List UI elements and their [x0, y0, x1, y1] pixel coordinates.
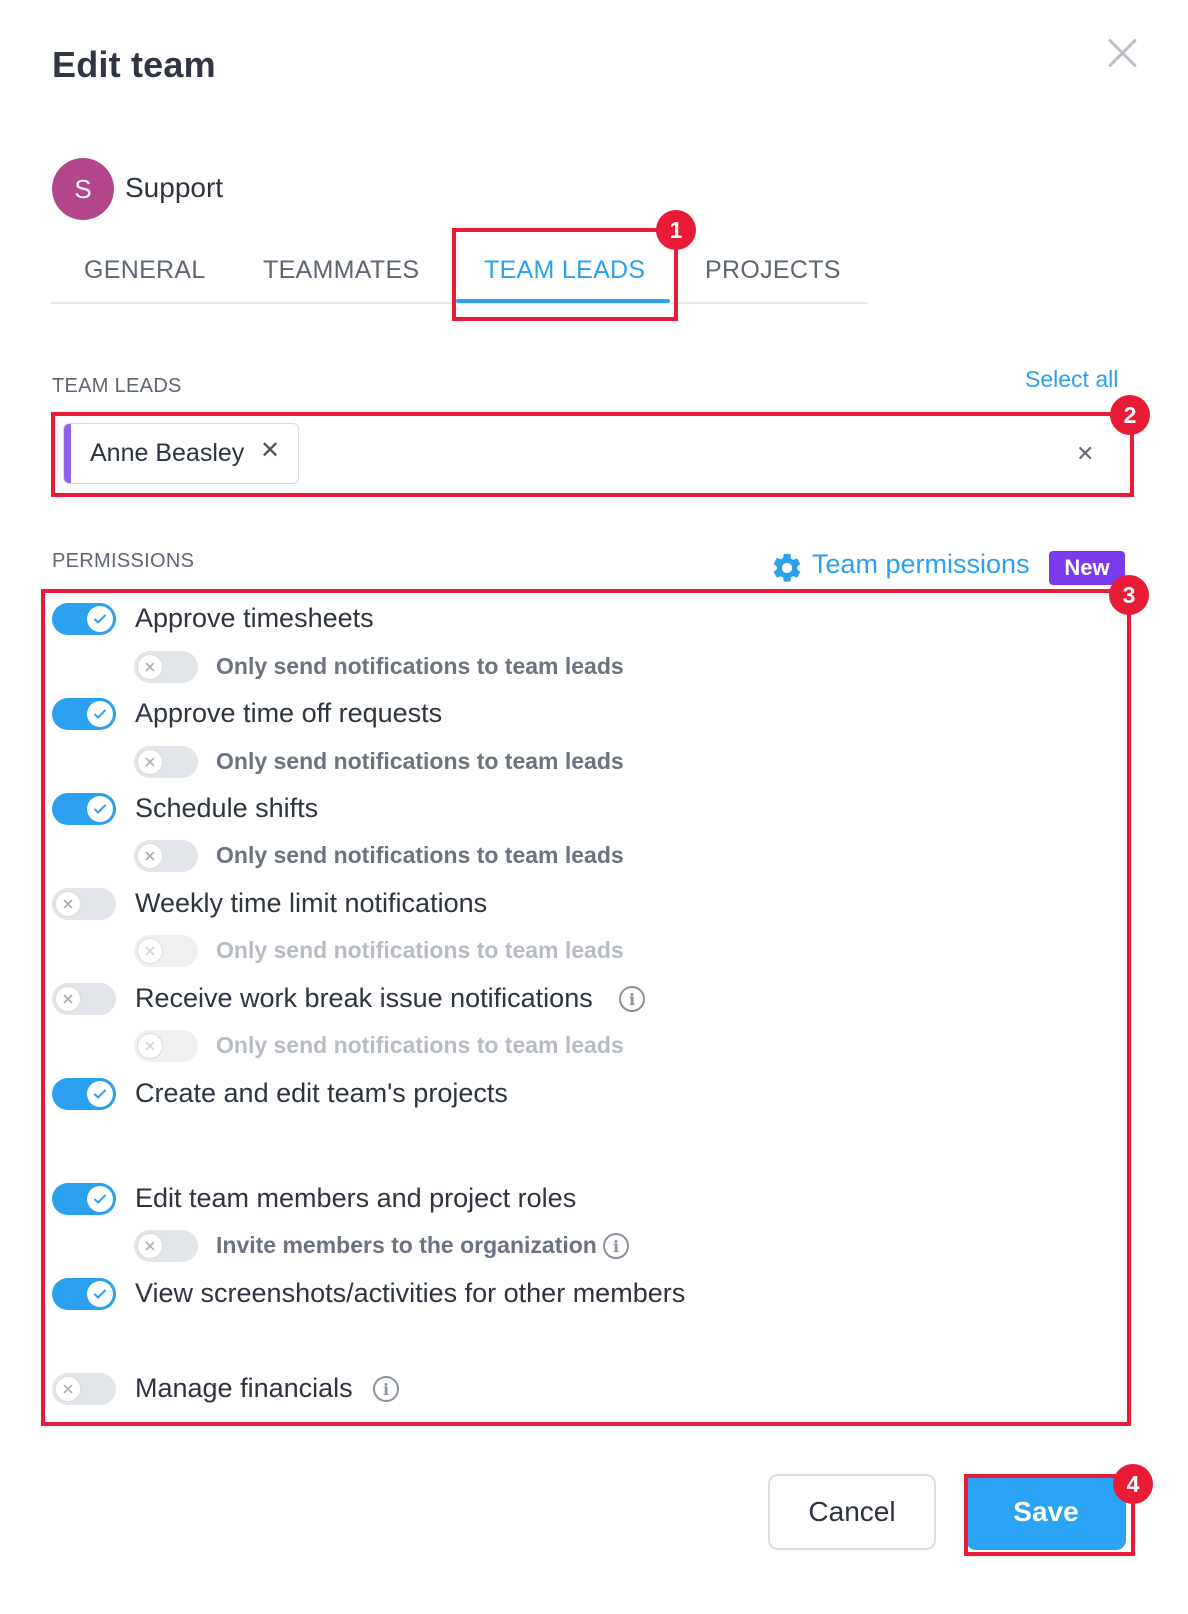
team-permissions-link[interactable]: Team permissions [812, 549, 1030, 580]
permissions-label: PERMISSIONS [52, 550, 195, 572]
annotation-marker-3: 3 [1109, 575, 1149, 615]
tab-general[interactable]: GENERAL [84, 256, 206, 285]
annotation-marker-4: 4 [1113, 1464, 1153, 1504]
team-leads-label: TEAM LEADS [52, 375, 182, 397]
annotation-marker-2: 2 [1110, 395, 1150, 435]
tab-projects[interactable]: PROJECTS [705, 256, 841, 285]
tab-teammates[interactable]: TEAMMATES [263, 256, 419, 285]
gear-icon[interactable] [770, 551, 804, 585]
cancel-button[interactable]: Cancel [768, 1474, 936, 1550]
new-badge: New [1049, 551, 1125, 585]
annotation-box-4 [964, 1474, 1135, 1556]
annotation-box-2 [51, 412, 1134, 497]
team-avatar: S [52, 158, 114, 220]
dialog-title: Edit team [52, 44, 216, 85]
annotation-box-1 [452, 228, 678, 321]
select-all-link[interactable]: Select all [1025, 366, 1118, 393]
annotation-marker-1: 1 [656, 210, 696, 250]
team-name: Support [125, 172, 224, 203]
annotation-box-3 [41, 589, 1131, 1426]
close-icon[interactable] [1106, 36, 1140, 70]
